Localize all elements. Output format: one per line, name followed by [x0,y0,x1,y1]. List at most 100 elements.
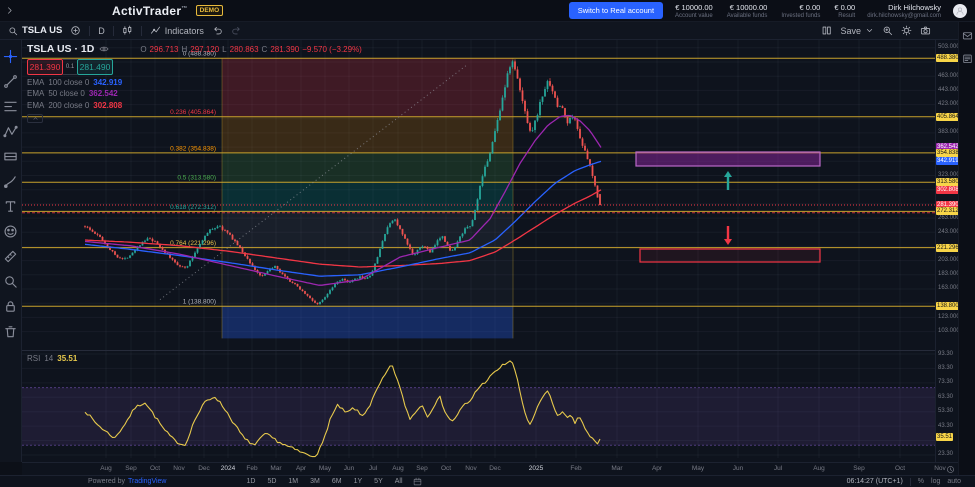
trash-tool-icon[interactable] [3,323,19,339]
long-position-tool-icon[interactable] [3,148,19,164]
range-3m[interactable]: 3M [310,478,320,485]
rsi-tick: 53.30 [938,408,953,414]
trend-line-tool-icon[interactable] [3,73,19,89]
account-stat: € 0.00Invested funds [781,3,820,19]
tradingview-link[interactable]: TradingView [128,478,167,485]
date-ranges: 1D 5D 1M 3M 6M 1Y 5Y All [247,478,403,485]
range-6m[interactable]: 6M [332,478,342,485]
interval-selector[interactable]: D [98,26,105,36]
time-axis[interactable]: AugSepOctNovDec2024FebMarAprMayJunJulAug… [22,462,958,475]
indicator-params: 100 close 0 [48,78,89,87]
chart-legend: TSLA US · 1D O296.713 H297.120 L280.863 … [27,43,362,123]
stat-value: € 0.00 [781,3,820,12]
indicator-params: 50 close 0 [48,89,84,98]
price-axis[interactable]: 503.000463.000443.000423.000383.000323.0… [935,40,958,462]
price-tick: 103.000 [938,328,960,334]
time-label: Oct [887,465,913,472]
time-label: Jul [360,465,386,472]
trademark: ™ [181,6,187,12]
range-5d[interactable]: 5D [267,478,276,485]
indicator-legend: EMA100 close 0342.919EMA50 close 0362.54… [27,78,362,110]
indicator-value: 342.919 [93,78,122,87]
switch-to-real-account-button[interactable]: Switch to Real account [569,2,663,19]
lock-tool-icon[interactable] [3,298,19,314]
rsi-legend: RSI14 35.51 [27,354,77,363]
toolbar-right: Save [813,25,975,36]
save-label: Save [840,26,861,36]
camera-snapshot-icon[interactable] [920,25,931,36]
range-5y[interactable]: 5Y [374,478,383,485]
range-all[interactable]: All [395,478,403,485]
divider [113,26,114,36]
mail-icon[interactable] [962,30,973,41]
eye-visibility-icon[interactable] [99,44,109,54]
legend-symbol[interactable]: TSLA US · 1D [27,43,94,55]
indicator-row[interactable]: EMA50 close 0362.542 [27,89,362,98]
indicators-button[interactable]: Indicators [150,25,204,36]
text-tool-icon[interactable] [3,198,19,214]
chart-area[interactable]: 0 (488.380)0.236 (405.864)0.382 (354.838… [22,40,935,462]
range-1d[interactable]: 1D [247,478,256,485]
time-label: Apr [288,465,314,472]
collapse-panel-icon[interactable] [0,6,18,15]
zoom-tool-icon[interactable] [3,273,19,289]
price-level-label: 302.808 [936,186,960,194]
stat-value: € 0.00 [834,3,855,12]
account-stat: € 0.00Result [834,3,855,19]
range-1y[interactable]: 1Y [354,478,363,485]
price-level-label: 354.838 [936,149,960,157]
stat-value: € 10000.00 [675,3,713,12]
measure-tool-icon[interactable] [3,248,19,264]
price-tick: 443.000 [938,87,960,93]
price-tick: 383.000 [938,129,960,135]
crosshair-tool-icon[interactable] [3,48,19,64]
sell-button[interactable]: 281.390 [27,59,63,75]
news-icon[interactable] [962,53,973,64]
time-label: Apr [644,465,670,472]
time-label: Jul [765,465,791,472]
compare-add-icon[interactable] [70,25,81,36]
divider [141,26,142,36]
emoji-tool-icon[interactable] [3,223,19,239]
divider [910,478,911,486]
price-tick: 123.000 [938,314,960,320]
percent-scale-toggle[interactable]: % [918,478,924,485]
price-level-label: 405.864 [936,113,960,121]
time-label: Dec [482,465,508,472]
panels-layout-icon[interactable] [821,25,832,36]
save-button[interactable]: Save [840,26,874,36]
time-label: Dec [191,465,217,472]
range-1m[interactable]: 1M [288,478,298,485]
user-info: Dirk Hilchowsky dirk.hilchowsky@gmail.co… [867,3,941,19]
user-avatar[interactable] [953,4,967,18]
account-stat: € 10000.00Account value [675,3,713,19]
indicator-row[interactable]: EMA200 close 0302.808 [27,101,362,110]
time-label: 2024 [215,465,241,472]
indicators-icon [150,25,161,36]
time-label: Oct [142,465,168,472]
brush-tool-icon[interactable] [3,173,19,189]
price-tick: 463.000 [938,73,960,79]
redo-icon[interactable] [231,25,242,36]
account-stats: € 10000.00Account value€ 10000.00Availab… [675,3,855,19]
chart-type-candles-icon[interactable] [122,25,133,36]
gear-icon[interactable] [901,25,912,36]
xabcd-pattern-tool-icon[interactable] [3,123,19,139]
time-label: May [685,465,711,472]
log-scale-toggle[interactable]: log [931,478,940,485]
fib-retracement-tool-icon[interactable] [3,98,19,114]
price-tick: 423.000 [938,101,960,107]
symbol-search[interactable]: TSLA US [8,25,62,36]
calendar-icon[interactable] [413,477,422,486]
buy-button[interactable]: 281.490 [77,59,113,75]
powered-by-label: Powered by [88,478,125,485]
clock-label[interactable]: 06:14:27 (UTC+1) [847,478,903,485]
price-level-label: 488.380 [936,54,960,62]
indicator-row[interactable]: EMA100 close 0342.919 [27,78,362,87]
undo-icon[interactable] [212,25,223,36]
zoom-in-icon[interactable] [882,25,893,36]
price-tick: 503.000 [938,44,960,50]
user-name: Dirk Hilchowsky [867,3,941,12]
auto-scale-toggle[interactable]: auto [947,478,961,485]
collapse-legend-chevron[interactable] [27,114,43,123]
